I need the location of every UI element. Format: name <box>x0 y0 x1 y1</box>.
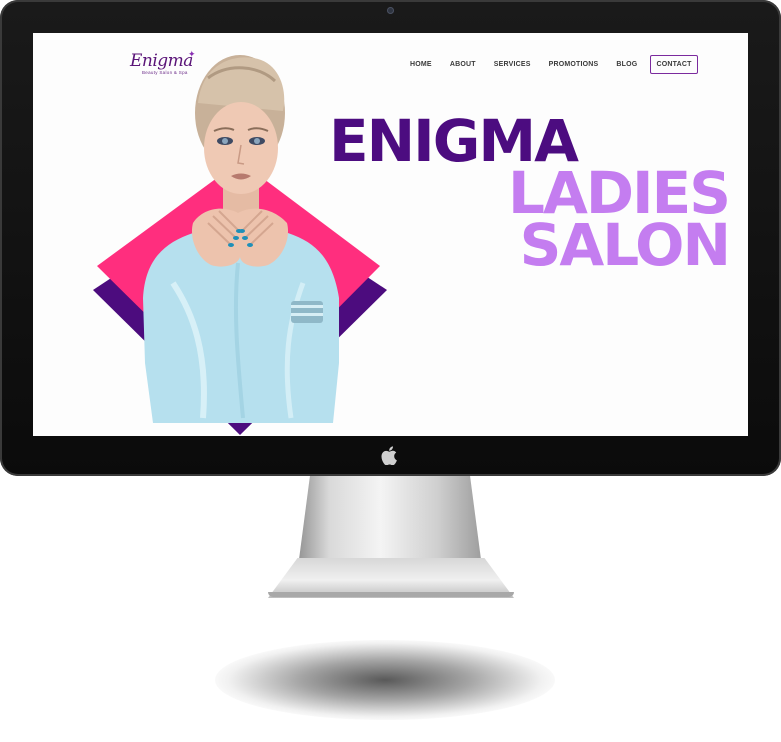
monitor-bezel: Enigma ✦ Beauty Salon & Spa HOME ABOUT S… <box>0 0 781 476</box>
apple-icon <box>381 446 399 466</box>
camera-icon <box>387 7 394 14</box>
monitor-stand-base-edge <box>268 592 514 597</box>
hero-headline: ENIGMA LADIES SALON <box>329 112 731 279</box>
headline-line-3: SALON <box>519 211 731 279</box>
website-screen: Enigma ✦ Beauty Salon & Spa HOME ABOUT S… <box>33 33 748 436</box>
device-mockup: Enigma ✦ Beauty Salon & Spa HOME ABOUT S… <box>0 0 781 742</box>
model-bracelet <box>291 301 323 323</box>
floor-shadow <box>215 640 555 720</box>
